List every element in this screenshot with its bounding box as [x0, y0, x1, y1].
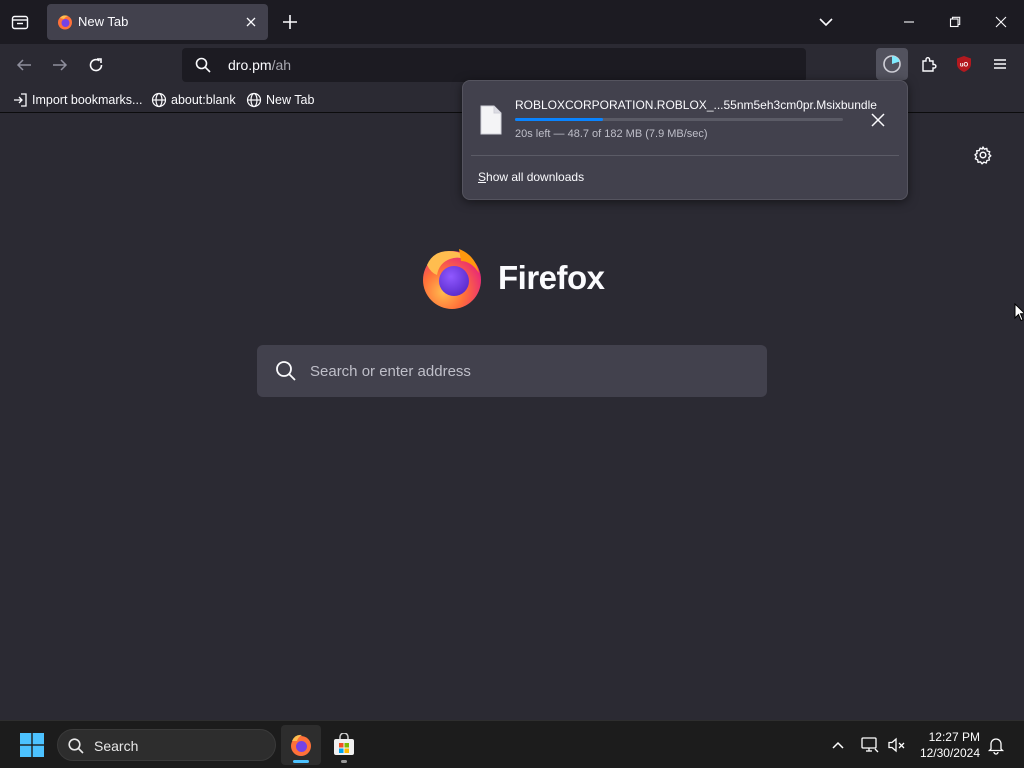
ublock-origin-button[interactable]: uO: [950, 51, 978, 77]
address-bar[interactable]: dro.pm/ah: [182, 48, 806, 82]
active-indicator: [293, 760, 309, 763]
show-all-downloads-button[interactable]: Show all downloads: [478, 170, 584, 184]
firefox-icon: [289, 733, 313, 757]
close-window-button[interactable]: [978, 0, 1024, 44]
back-arrow-icon: [15, 56, 33, 74]
back-button[interactable]: [10, 52, 38, 78]
chevron-up-icon[interactable]: [828, 735, 848, 755]
download-progress-icon: [882, 54, 902, 74]
bookmark-about-blank[interactable]: about:blank: [151, 90, 236, 110]
download-progress-bar: [515, 118, 843, 121]
file-icon: [480, 105, 502, 135]
cancel-download-icon[interactable]: [870, 112, 886, 128]
volume-muted-icon[interactable]: [886, 735, 906, 755]
show-all-label: how all downloads: [486, 170, 585, 184]
download-filename: ROBLOXCORPORATION.ROBLOX_...55nm5eh3cm0p…: [515, 98, 877, 112]
url-host: dro.pm: [228, 57, 272, 73]
clock-date: 12/30/2024: [919, 746, 980, 760]
restore-icon: [949, 16, 961, 28]
bookmark-label: New Tab: [266, 93, 315, 107]
network-icon[interactable]: [860, 735, 880, 755]
taskbar-search-box[interactable]: Search: [57, 729, 276, 761]
extensions-button[interactable]: [915, 51, 943, 77]
windows-start-icon[interactable]: [20, 733, 44, 757]
firefox-icon: [57, 14, 73, 30]
newtab-search-input[interactable]: Search or enter address: [257, 345, 767, 397]
svg-text:uO: uO: [960, 63, 969, 69]
taskbar-clock[interactable]: 12:27 PM 12/30/2024: [914, 729, 980, 761]
downloads-panel: ROBLOXCORPORATION.ROBLOX_...55nm5eh3cm0p…: [462, 80, 908, 200]
firefox-view-button[interactable]: [8, 10, 32, 34]
search-icon: [194, 56, 212, 74]
ublock-origin-icon: uO: [955, 55, 973, 73]
store-icon: [332, 733, 356, 757]
restore-button[interactable]: [932, 0, 978, 44]
reload-icon: [87, 56, 105, 74]
accesskey: S: [478, 170, 487, 184]
search-placeholder: Search or enter address: [310, 363, 471, 380]
chevron-down-icon[interactable]: [816, 12, 836, 32]
search-icon: [67, 737, 85, 755]
new-tab-plus-icon[interactable]: [280, 12, 300, 32]
notification-bell-icon[interactable]: [986, 735, 1006, 755]
tab-list-icon: [11, 14, 29, 30]
download-progress-fill: [515, 118, 603, 121]
clock-time: 12:27 PM: [928, 730, 980, 744]
gear-icon[interactable]: [973, 145, 993, 165]
downloads-button[interactable]: [876, 48, 908, 80]
download-status: 20s left — 48.7 of 182 MB (7.9 MB/sec): [515, 128, 708, 140]
app-menu-button[interactable]: [986, 51, 1014, 77]
hamburger-menu-icon: [992, 56, 1008, 72]
globe-icon: [246, 92, 262, 108]
tab-title: New Tab: [78, 14, 129, 29]
url-text: dro.pm/ah: [228, 57, 291, 73]
url-path: /ah: [271, 57, 292, 73]
minimize-button[interactable]: [886, 0, 932, 44]
taskbar: Search 12:27 PM 12/30/2024: [0, 720, 1024, 768]
divider: [471, 155, 899, 156]
taskbar-microsoft-store[interactable]: [324, 725, 364, 765]
taskbar-firefox[interactable]: [281, 725, 321, 765]
search-icon: [274, 359, 298, 383]
new-tab-page: Firefox Search or enter address: [0, 114, 1024, 720]
bookmark-new-tab[interactable]: New Tab: [246, 90, 314, 110]
running-indicator: [341, 760, 347, 763]
bookmark-label: Import bookmarks...: [32, 93, 143, 107]
bookmark-label: about:blank: [171, 93, 236, 107]
puzzle-icon: [920, 55, 938, 73]
mouse-cursor-icon: [1014, 303, 1024, 322]
tab-strip: New Tab: [0, 0, 1024, 44]
import-icon: [12, 92, 28, 108]
close-icon: [995, 16, 1007, 28]
taskbar-search-label: Search: [94, 738, 139, 754]
minimize-icon: [903, 16, 915, 28]
close-tab-icon[interactable]: [243, 14, 259, 30]
reload-button[interactable]: [82, 52, 110, 78]
tab-new-tab[interactable]: New Tab: [47, 4, 268, 40]
firefox-logo: [419, 245, 485, 311]
forward-button[interactable]: [46, 52, 74, 78]
firefox-wordmark: Firefox: [498, 259, 605, 296]
globe-icon: [151, 92, 167, 108]
forward-arrow-icon: [51, 56, 69, 74]
bookmark-import[interactable]: Import bookmarks...: [12, 90, 142, 110]
